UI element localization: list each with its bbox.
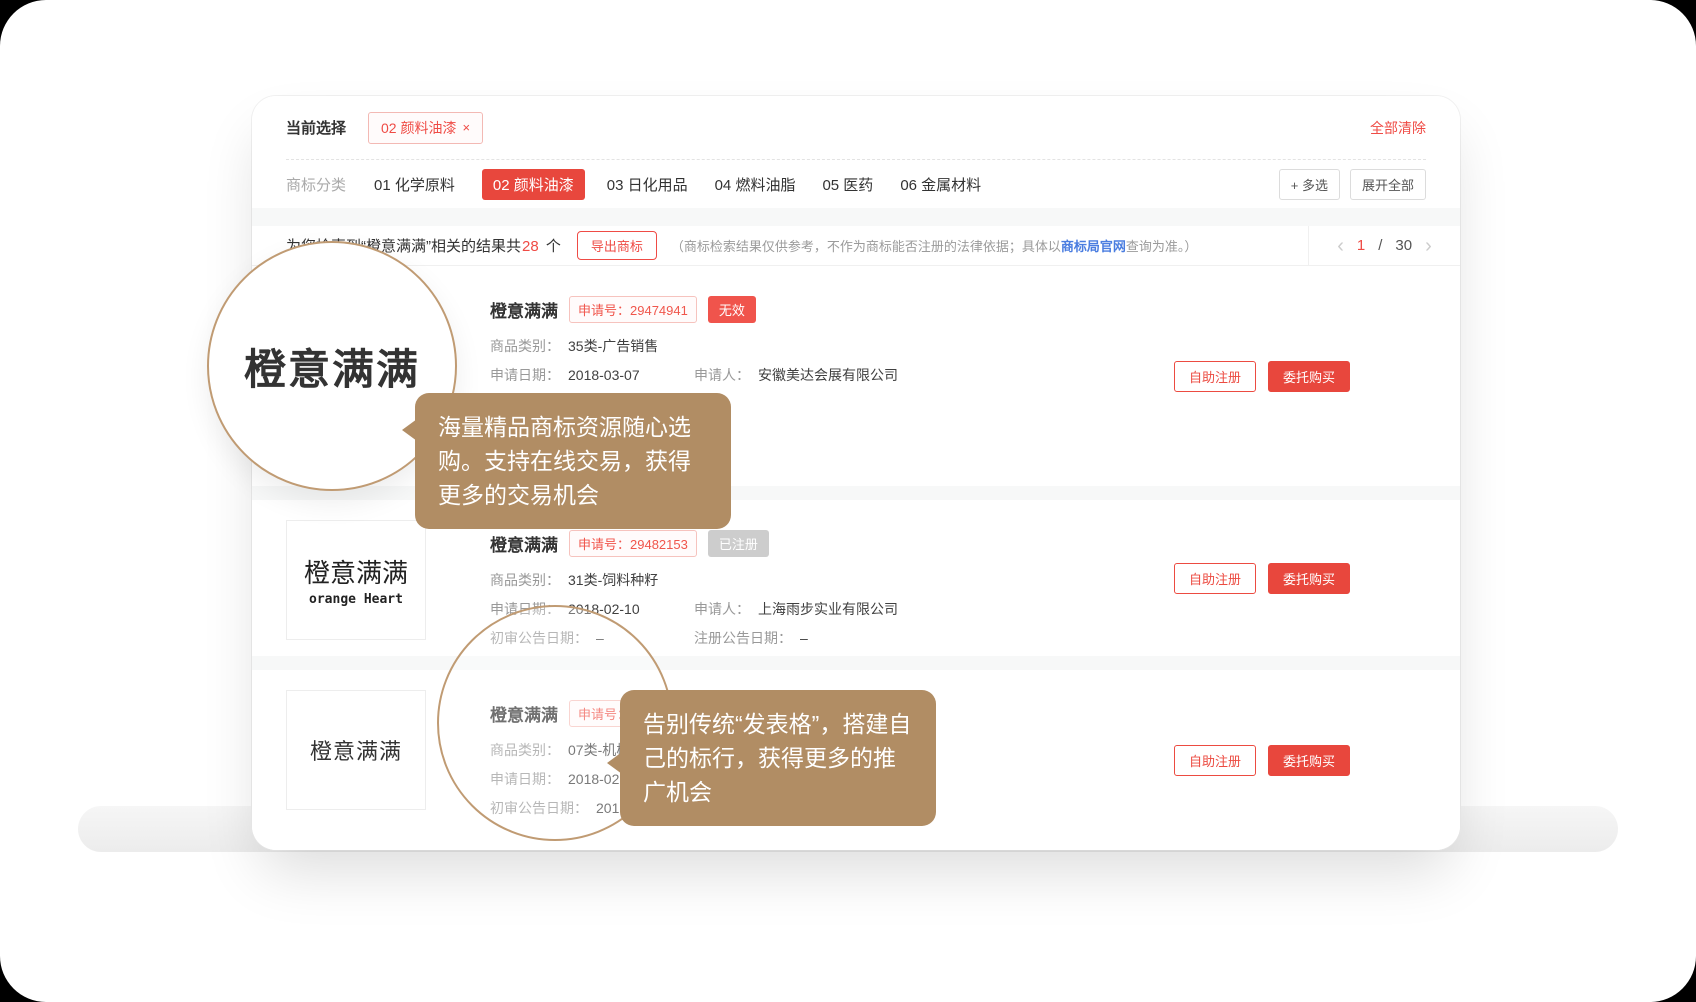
next-page-icon[interactable]: › <box>1425 236 1432 256</box>
page-divider: / <box>1378 237 1382 254</box>
trademark-image[interactable]: 橙意满满 orange Heart <box>286 520 426 640</box>
field-label: 申请日期： <box>490 365 560 385</box>
field-value: 上海雨步实业有限公司 <box>758 599 898 619</box>
trademark-image-text: 橙意满满 <box>304 553 408 590</box>
row-actions: 自助注册 委托购买 <box>1174 563 1350 594</box>
category-tab-02-active[interactable]: 02 颜料油漆 <box>482 169 585 200</box>
application-number-tag: 申请号：29482153 <box>569 530 697 557</box>
field-value: 35类-广告销售 <box>568 336 658 356</box>
application-number-value: 29482153 <box>630 537 688 552</box>
category-row-label: 商标分类 <box>286 174 346 195</box>
multi-select-button[interactable]: + 多选 <box>1279 169 1340 200</box>
trademark-name: 橙意满满 <box>490 531 558 556</box>
disclaimer-text-post: 查询为准。） <box>1126 239 1198 254</box>
selected-category-tag-label: 02 颜料油漆 <box>381 118 456 138</box>
results-count: 28 <box>522 238 539 255</box>
filter-card: 当前选择 02 颜料油漆 × 全部清除 商标分类 01 化学原料 02 颜料油漆… <box>252 96 1460 208</box>
disclaimer-text-pre: （商标检索结果仅供参考，不作为商标能否注册的法律依据；具体以 <box>671 239 1061 254</box>
current-selection-row: 当前选择 02 颜料油漆 × 全部清除 <box>286 96 1426 160</box>
category-row: 商标分类 01 化学原料 02 颜料油漆 03 日化用品 04 燃料油脂 05 … <box>286 160 1426 208</box>
field-label: 商品类别： <box>490 336 560 356</box>
field-label: 申请人： <box>694 365 750 385</box>
promo-tooltip-promotion: 告别传统“发表格”，搭建自己的标行，获得更多的推广机会 <box>620 690 936 826</box>
category-actions: + 多选 展开全部 <box>1279 169 1426 200</box>
trademark-office-link[interactable]: 商标局官网 <box>1061 239 1126 254</box>
trademark-image-text: 橙意满满 <box>310 734 402 766</box>
entrust-purchase-button[interactable]: 委托购买 <box>1268 361 1350 392</box>
application-number-label: 申请号： <box>578 303 630 318</box>
expand-all-button[interactable]: 展开全部 <box>1350 169 1426 200</box>
page-background: 当前选择 02 颜料油漆 × 全部清除 商标分类 01 化学原料 02 颜料油漆… <box>0 0 1696 1002</box>
category-tab-03[interactable]: 03 日化用品 <box>607 174 688 195</box>
field-value: – <box>800 628 808 648</box>
section-divider <box>252 208 1460 226</box>
current-page: 1 <box>1357 237 1365 254</box>
application-number-label: 申请号： <box>578 537 630 552</box>
status-badge: 已注册 <box>708 530 769 557</box>
clear-all-button[interactable]: 全部清除 <box>1370 118 1426 138</box>
self-register-button[interactable]: 自助注册 <box>1174 563 1256 594</box>
results-disclaimer: （商标检索结果仅供参考，不作为商标能否注册的法律依据；具体以商标局官网查询为准。… <box>671 236 1198 255</box>
row-actions: 自助注册 委托购买 <box>1174 361 1350 392</box>
results-header: 为您检索到“橙意满满”相关的结果共28 个 导出商标 （商标检索结果仅供参考，不… <box>252 226 1460 266</box>
trademark-name: 橙意满满 <box>490 297 558 322</box>
category-tab-04[interactable]: 04 燃料油脂 <box>715 174 796 195</box>
entrust-purchase-button[interactable]: 委托购买 <box>1268 563 1350 594</box>
magnified-trademark-text: 橙意满满 <box>244 336 420 397</box>
prev-page-icon[interactable]: ‹ <box>1337 236 1344 256</box>
field-value: 2018-03-07 <box>568 365 640 385</box>
self-register-button[interactable]: 自助注册 <box>1174 361 1256 392</box>
application-number-tag: 申请号：29474941 <box>569 296 697 323</box>
field-label: 注册公告日期： <box>694 628 792 648</box>
selected-category-tag[interactable]: 02 颜料油漆 × <box>368 112 483 144</box>
total-pages: 30 <box>1395 237 1412 254</box>
trademark-image[interactable]: 橙意满满 <box>286 690 426 810</box>
status-badge: 无效 <box>708 296 756 323</box>
pagination: ‹ 1 / 30 › <box>1308 226 1460 265</box>
self-register-button[interactable]: 自助注册 <box>1174 745 1256 776</box>
field-label: 申请人： <box>694 599 750 619</box>
current-selection-label: 当前选择 <box>286 117 346 138</box>
entrust-purchase-button[interactable]: 委托购买 <box>1268 745 1350 776</box>
application-number-value: 29474941 <box>630 303 688 318</box>
results-summary-unit: 个 <box>546 238 561 255</box>
field-label: 商品类别： <box>490 570 560 590</box>
field-value: 31类-饲料种籽 <box>568 570 658 590</box>
export-trademarks-button[interactable]: 导出商标 <box>577 231 657 260</box>
row-actions: 自助注册 委托购买 <box>1174 745 1350 776</box>
category-tab-05[interactable]: 05 医药 <box>822 174 873 195</box>
category-tab-01[interactable]: 01 化学原料 <box>374 174 455 195</box>
field-value: 安徽美达会展有限公司 <box>758 365 898 385</box>
close-icon[interactable]: × <box>462 120 470 135</box>
trademark-details: 橙意满满 申请号：29474941 无效 商品类别： 35类-广告销售 申请日期：… <box>490 286 1110 394</box>
promo-tooltip-marketplace: 海量精品商标资源随心选购。支持在线交易，获得更多的交易机会 <box>415 393 731 529</box>
category-tab-06[interactable]: 06 金属材料 <box>900 174 981 195</box>
trademark-image-subtitle: orange Heart <box>309 592 403 607</box>
